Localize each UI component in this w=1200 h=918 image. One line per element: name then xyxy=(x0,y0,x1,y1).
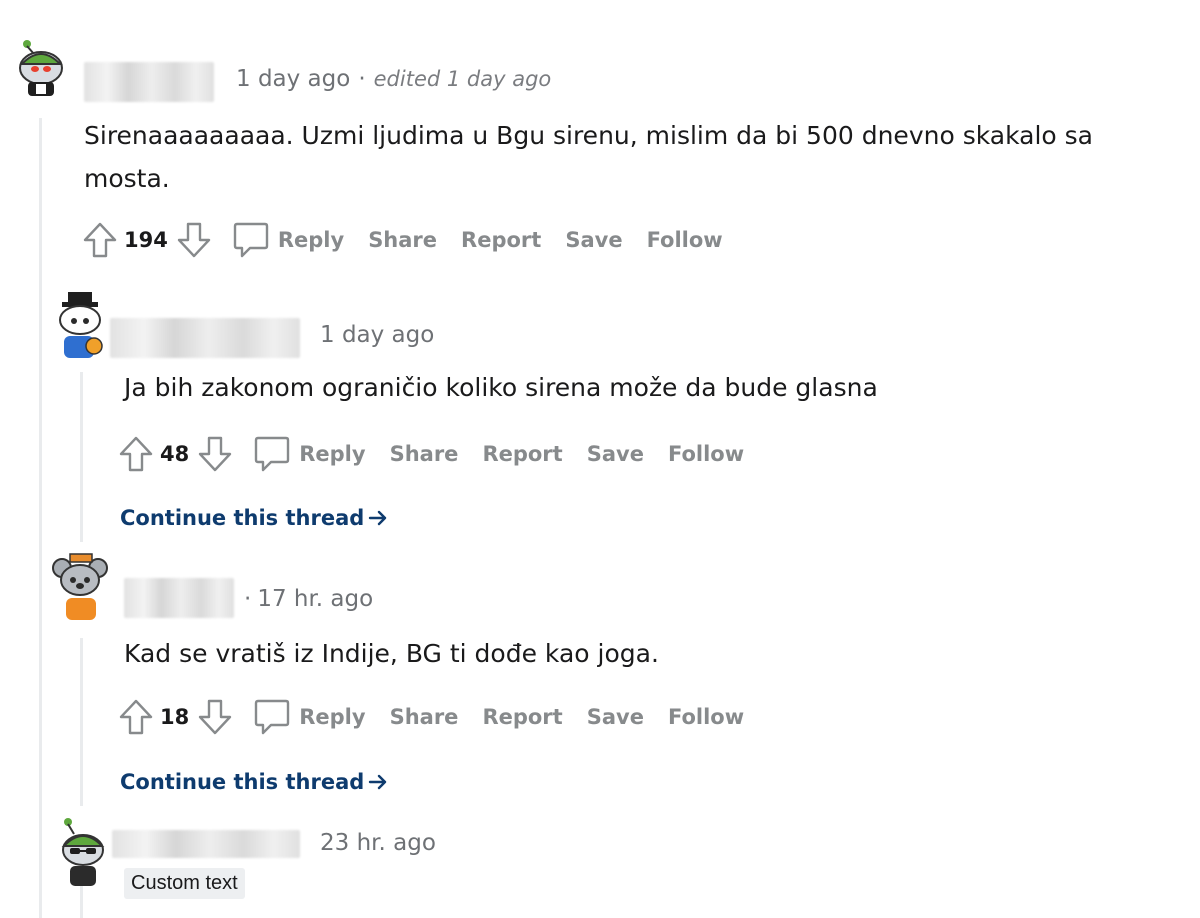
snoo-green-sunglasses-avatar-icon xyxy=(61,818,105,886)
downvote-icon[interactable] xyxy=(197,435,233,473)
comment-meta: · 17 hr. ago xyxy=(244,586,373,612)
reply-button[interactable]: Reply xyxy=(278,228,344,252)
comment-meta: 1 day ago · edited 1 day ago xyxy=(236,66,551,92)
edited-label: edited 1 day ago xyxy=(373,67,552,91)
comment-timestamp[interactable]: 23 hr. ago xyxy=(320,830,436,856)
comment-timestamp[interactable]: 1 day ago xyxy=(320,322,434,348)
separator-dot: · xyxy=(244,586,252,612)
comment-body: Ja bih zakonom ograničio koliko sirena m… xyxy=(124,373,878,402)
separator-dot: · xyxy=(358,66,366,92)
upvote-icon[interactable] xyxy=(82,221,118,259)
snoo-koala-avatar-icon xyxy=(52,553,108,620)
follow-button[interactable]: Follow xyxy=(647,228,723,252)
upvote-icon[interactable] xyxy=(118,435,154,473)
thread-line[interactable] xyxy=(80,372,83,542)
continue-thread-link[interactable]: Continue this thread xyxy=(120,506,389,530)
user-avatar[interactable] xyxy=(14,38,66,96)
thread-line[interactable] xyxy=(80,638,83,806)
save-button[interactable]: Save xyxy=(587,442,644,466)
vote-score: 18 xyxy=(160,705,190,729)
vote-score: 194 xyxy=(124,228,168,252)
comment-timestamp[interactable]: 1 day ago xyxy=(236,66,350,92)
user-avatar[interactable] xyxy=(52,550,108,620)
comment-timestamp[interactable]: 17 hr. ago xyxy=(257,586,373,612)
report-button[interactable]: Report xyxy=(482,705,562,729)
continue-thread-link[interactable]: Continue this thread xyxy=(120,770,389,794)
comment-meta: 1 day ago xyxy=(320,322,434,348)
redacted-username[interactable] xyxy=(84,62,214,102)
vote-score: 48 xyxy=(160,442,190,466)
snoo-green-hat-avatar-icon xyxy=(19,40,63,96)
user-flair: Custom text xyxy=(124,868,245,899)
report-button[interactable]: Report xyxy=(482,442,562,466)
save-button[interactable]: Save xyxy=(587,705,644,729)
continue-thread-label: Continue this thread xyxy=(120,770,365,794)
comment-body: Sirenaaaaaaaaa. Uzmi ljudima u Bgu siren… xyxy=(84,121,1093,193)
comment-meta: 23 hr. ago xyxy=(320,830,436,856)
redacted-username[interactable] xyxy=(124,578,234,618)
redacted-username[interactable] xyxy=(110,318,300,358)
downvote-icon[interactable] xyxy=(176,221,212,259)
comment-icon[interactable] xyxy=(232,220,270,260)
comment-icon[interactable] xyxy=(253,434,291,474)
comment-icon[interactable] xyxy=(253,697,291,737)
share-button[interactable]: Share xyxy=(368,228,437,252)
arrow-right-icon xyxy=(369,510,387,526)
comment-body: Kad se vratiš iz Indije, BG ti dođe kao … xyxy=(124,639,659,668)
report-button[interactable]: Report xyxy=(461,228,541,252)
thread-line[interactable] xyxy=(39,118,42,918)
save-button[interactable]: Save xyxy=(565,228,622,252)
upvote-icon[interactable] xyxy=(118,698,154,736)
user-avatar[interactable] xyxy=(56,816,108,886)
continue-thread-label: Continue this thread xyxy=(120,506,365,530)
share-button[interactable]: Share xyxy=(390,442,459,466)
share-button[interactable]: Share xyxy=(390,705,459,729)
arrow-right-icon xyxy=(369,774,387,790)
snoo-top-hat-avatar-icon xyxy=(59,292,103,358)
reply-button[interactable]: Reply xyxy=(299,442,365,466)
reply-button[interactable]: Reply xyxy=(299,705,365,729)
downvote-icon[interactable] xyxy=(197,698,233,736)
comment-actions: 48 Reply Share Report Save Follow xyxy=(118,434,744,474)
redacted-username[interactable] xyxy=(112,830,300,858)
user-avatar[interactable] xyxy=(54,290,106,358)
comment-actions: 18 Reply Share Report Save Follow xyxy=(118,697,744,737)
comment-actions: 194 Reply Share Report Save Follow xyxy=(82,220,723,260)
follow-button[interactable]: Follow xyxy=(668,705,744,729)
follow-button[interactable]: Follow xyxy=(668,442,744,466)
